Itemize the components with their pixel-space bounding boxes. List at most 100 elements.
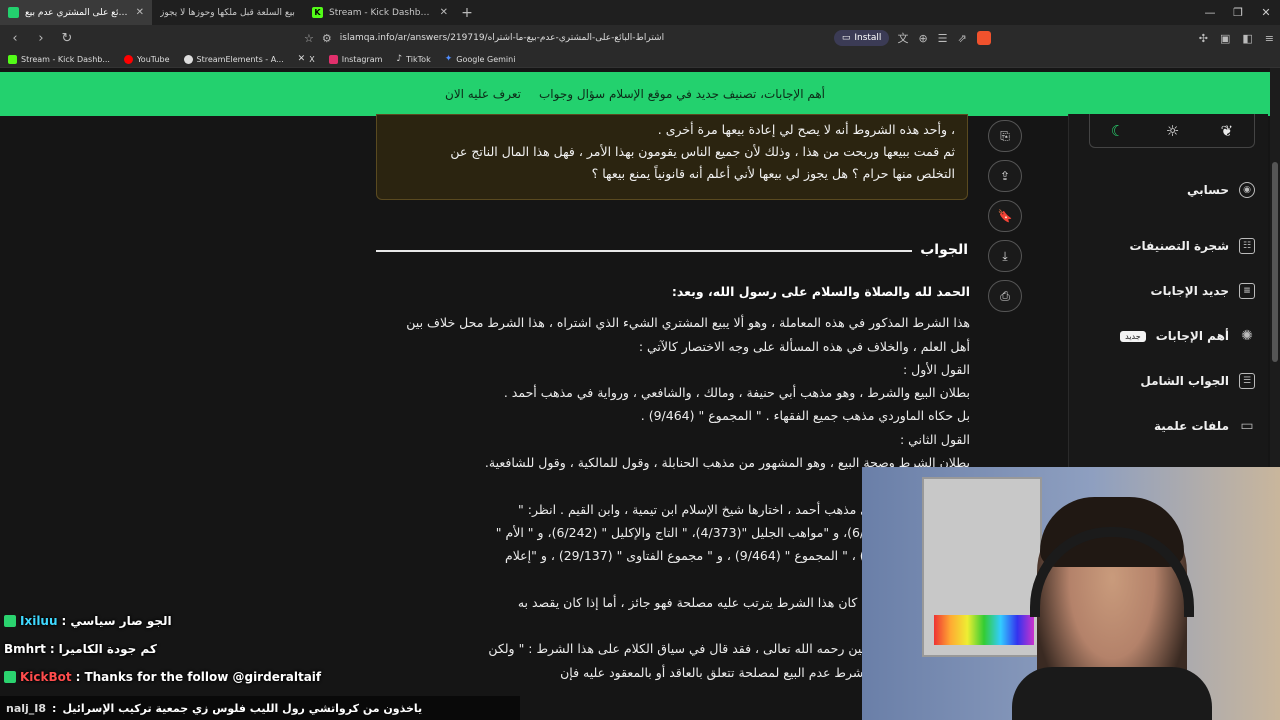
bookmark-kick[interactable]: Stream - Kick Dashb... <box>8 54 110 64</box>
sidebar-item-top-answers[interactable]: ✺ أهم الإجابات جديد <box>1089 328 1255 344</box>
chat-message: Ixiluu : الجو صار سياسي <box>4 614 172 628</box>
color-palette <box>934 615 1034 645</box>
address-bar[interactable]: ☆ ⚙ islamqa.info/ar/answers/219719/اشترا… <box>304 28 826 48</box>
download-icon[interactable]: ⤓ <box>988 240 1022 272</box>
tab-islamqa-active[interactable]: اشتراطُ البائع على المشتري عدم بيع ✕ <box>0 0 152 25</box>
scrollbar-thumb[interactable] <box>1272 162 1278 362</box>
sidebar-item-label: أهم الإجابات <box>1155 329 1229 343</box>
forward-button[interactable]: › <box>32 31 50 46</box>
tab-kick-dashboard[interactable]: K Stream - Kick Dashboard ✕ <box>304 0 456 25</box>
gear-icon: ✺ <box>1241 328 1253 344</box>
sidebar-item-label: ملفات علمية <box>1153 419 1229 433</box>
zoom-icon[interactable]: ⊕ <box>918 32 927 45</box>
minimize-button[interactable]: — <box>1196 6 1224 19</box>
chat-username: Bmhrt <box>4 642 46 656</box>
kick-icon <box>8 54 17 64</box>
banner-text: أهم الإجابات، تصنيف جديد في موقع الإسلام… <box>539 87 826 101</box>
extensions-icon[interactable]: ✣ <box>1199 32 1208 45</box>
close-tab-icon[interactable]: ✕ <box>136 7 144 18</box>
browser-tab-strip: اشتراطُ البائع على المشتري عدم بيع ✕ بيع… <box>0 0 1280 25</box>
list-icon: ≡ <box>1239 283 1255 299</box>
answer-line: بطلان البيع والشرط ، وهو مذهب أبي حنيفة … <box>503 385 970 401</box>
streamelements-icon <box>183 54 193 64</box>
bookmark-youtube[interactable]: YouTube <box>123 54 170 64</box>
sidebar-toggle-icon[interactable]: ◧ <box>1242 32 1252 45</box>
maximize-button[interactable]: ❐ <box>1224 6 1252 19</box>
new-badge: جديد <box>1120 330 1146 342</box>
chat-username: Ixiluu <box>20 614 58 628</box>
chat-text: Thanks for the follow @girderaltaif <box>84 670 322 684</box>
translate-icon[interactable]: 文 <box>897 30 908 46</box>
tiktok-icon: ♪ <box>396 54 403 64</box>
answer-line: القول الثاني : <box>899 431 970 447</box>
bookmark-streamelements[interactable]: StreamElements - A... <box>183 54 284 64</box>
sidebar-item-category-tree[interactable]: ☷ شجرة التصنيفات <box>1089 238 1255 254</box>
brave-shield-icon[interactable] <box>976 31 991 45</box>
answer-divider <box>376 250 912 252</box>
ticker-username: nalj_I8 <box>6 701 47 715</box>
url-text[interactable]: islamqa.info/ar/answers/219719/اشتراط-ال… <box>340 33 826 43</box>
sidebar-item-comprehensive[interactable]: ☰ الجواب الشامل <box>1089 373 1255 389</box>
copy-doc-icon[interactable]: ⎘ <box>988 120 1022 152</box>
bookmark-label: Google Gemini <box>456 54 516 64</box>
answer-lead: الحمد لله والصلاة والسلام على رسول الله،… <box>671 284 970 299</box>
tab-title: Stream - Kick Dashboard <box>329 7 434 18</box>
bookmark-instagram[interactable]: Instagram <box>328 54 383 64</box>
install-label: Install <box>854 33 882 43</box>
reload-button[interactable]: ↻ <box>58 31 76 46</box>
close-window-button[interactable]: ✕ <box>1252 6 1280 19</box>
doc-icon: ☰ <box>1239 373 1255 389</box>
site-info-icon[interactable]: ⚙ <box>322 32 332 45</box>
sidebar-item-account[interactable]: ◉ حسابي <box>1089 182 1255 198</box>
bookmark-gemini[interactable]: ✦ Google Gemini <box>445 54 516 64</box>
sidebar-item-scientific-files[interactable]: ▭ ملفات علمية <box>1089 418 1255 434</box>
bookmark-icon[interactable]: 🔖 <box>988 200 1022 232</box>
print-icon[interactable]: ⎙ <box>988 280 1022 312</box>
install-app-button[interactable]: ▭ Install <box>833 30 890 46</box>
back-button[interactable]: ‹ <box>6 31 24 46</box>
sidebar-item-new-answers[interactable]: ≡ جديد الإجابات <box>1089 283 1255 299</box>
gemini-icon: ✦ <box>444 54 453 64</box>
streamer-shirt <box>1012 667 1212 720</box>
announcement-banner: أهم الإجابات، تصنيف جديد في موقع الإسلام… <box>0 72 1270 116</box>
user-icon: ◉ <box>1239 182 1255 198</box>
chat-text: كم جودة الكاميرا <box>58 642 157 656</box>
chat-username: KickBot <box>20 670 72 684</box>
install-icon: ▭ <box>841 33 851 43</box>
question-line: ، وأحد هذه الشروط أنه لا يصح لي إعادة بي… <box>657 122 955 137</box>
question-line: التخلص منها حرام ؟ هل يجوز لي بيعها لأني… <box>591 166 955 181</box>
bookmark-label: X <box>309 54 315 64</box>
bookmark-star-icon[interactable]: ☆ <box>304 32 314 45</box>
moon-icon[interactable]: ☾ <box>1111 122 1124 140</box>
bookmark-label: Instagram <box>341 54 383 64</box>
bookmark-tiktok[interactable]: ♪ TikTok <box>396 54 430 64</box>
reader-icon[interactable]: ☰ <box>938 32 948 45</box>
chat-separator: : <box>75 670 81 684</box>
sidebar-item-label: الجواب الشامل <box>1140 374 1229 388</box>
islamqa-favicon-icon <box>8 7 19 18</box>
new-tab-button[interactable]: + <box>456 0 478 25</box>
bookmark-label: YouTube <box>136 54 170 64</box>
sidebar-item-label: شجرة التصنيفات <box>1129 239 1229 253</box>
bookmark-label: TikTok <box>406 54 431 64</box>
menu-icon[interactable]: ≡ <box>1265 32 1274 45</box>
tab-islamqa-2[interactable]: بيع السلعة قبل ملكها وحوزها لا يجوز <box>152 0 304 25</box>
tab-title: اشتراطُ البائع على المشتري عدم بيع <box>25 7 130 18</box>
answer-line: أهل العلم ، والخلاف في هذه المسألة على و… <box>638 338 970 354</box>
x-icon: ✕ <box>297 54 306 64</box>
close-tab-icon[interactable]: ✕ <box>440 7 448 18</box>
share-icon[interactable]: ⇪ <box>988 160 1022 192</box>
ticker-text: ياخذون من كرواتشي رول الليب فلوس زي جمعي… <box>62 701 423 715</box>
screenshot-icon[interactable]: ▣ <box>1220 32 1230 45</box>
share-page-icon[interactable]: ⇗ <box>958 32 967 45</box>
kick-favicon-icon: K <box>312 7 323 18</box>
chat-badge-icon <box>4 671 16 683</box>
leaf-icon[interactable]: ❦ <box>1221 122 1234 140</box>
banner-link[interactable]: تعرف عليه الان <box>445 87 521 101</box>
chat-message: KickBot : Thanks for the follow @girdera… <box>4 670 321 684</box>
chat-separator: : <box>61 614 67 628</box>
sun-icon[interactable]: ☼ <box>1166 122 1179 140</box>
address-actions: 文 ⊕ ☰ ⇗ <box>897 30 991 46</box>
bookmark-x[interactable]: ✕ X <box>298 54 315 64</box>
answer-heading: الجواب <box>920 242 968 258</box>
